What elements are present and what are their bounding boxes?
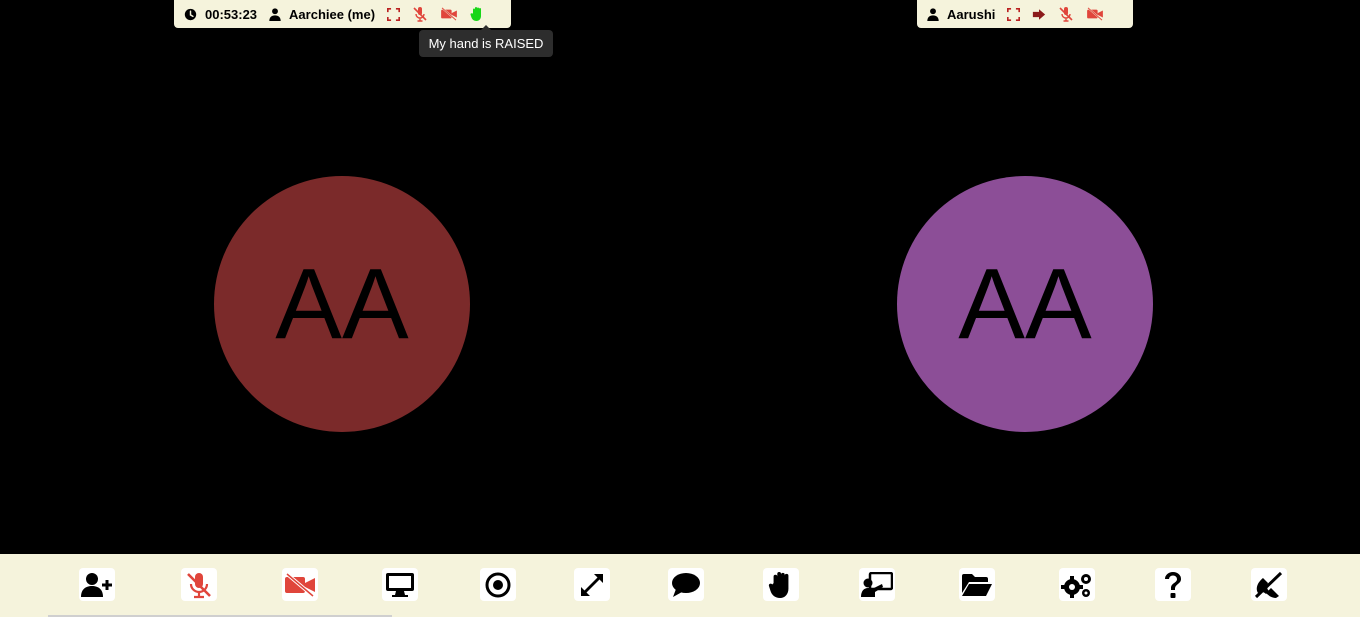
video-slash-icon	[284, 572, 316, 597]
record-icon	[485, 572, 511, 598]
settings-button[interactable]	[1059, 568, 1095, 601]
expand-corners-icon[interactable]	[1007, 7, 1021, 21]
video-slash-icon[interactable]	[440, 7, 458, 21]
phone-slash-icon	[1254, 571, 1284, 599]
user-icon	[269, 7, 281, 21]
video-slash-icon[interactable]	[1086, 7, 1104, 21]
self-status-bar: 00:53:23 Aarchiee (me)	[174, 0, 511, 28]
chat-button[interactable]	[668, 568, 704, 601]
self-name: Aarchiee (me)	[289, 6, 376, 22]
raise-hand-button[interactable]	[763, 568, 799, 601]
peer-status-bar: Aarushi	[917, 0, 1133, 28]
leave-call-button[interactable]	[1251, 568, 1287, 601]
folder-open-icon	[961, 573, 993, 597]
peer-avatar: AA	[897, 176, 1153, 432]
question-icon	[1163, 571, 1183, 599]
record-button[interactable]	[480, 568, 516, 601]
hand-raised-tooltip: My hand is RAISED	[419, 25, 553, 57]
microphone-slash-icon[interactable]	[1058, 6, 1074, 22]
presentation-icon	[861, 571, 893, 598]
session-timer: 00:53:23	[205, 6, 258, 22]
gears-icon	[1060, 571, 1094, 599]
self-avatar: AA	[214, 176, 470, 432]
desktop-icon	[385, 572, 415, 598]
hand-icon	[768, 570, 794, 600]
kick-out-icon[interactable]	[1032, 8, 1046, 21]
share-screen-button[interactable]	[382, 568, 418, 601]
camera-button[interactable]	[282, 568, 318, 601]
peer-name: Aarushi	[947, 6, 996, 22]
chat-bubble-icon	[671, 572, 701, 598]
hand-raised-icon[interactable]	[470, 6, 484, 22]
expand-icon	[579, 572, 605, 598]
microphone-button[interactable]	[181, 568, 217, 601]
file-sharing-button[interactable]	[959, 568, 995, 601]
bottom-toolbar	[0, 554, 1360, 617]
expand-corners-icon[interactable]	[387, 7, 401, 21]
microphone-slash-icon[interactable]	[412, 6, 428, 22]
user-icon	[927, 7, 939, 21]
clock-icon	[184, 8, 197, 21]
whiteboard-button[interactable]	[859, 568, 895, 601]
user-plus-icon	[81, 572, 113, 598]
fullscreen-button[interactable]	[574, 568, 610, 601]
help-button[interactable]	[1155, 568, 1191, 601]
add-participant-button[interactable]	[79, 568, 115, 601]
microphone-slash-icon	[185, 571, 213, 599]
